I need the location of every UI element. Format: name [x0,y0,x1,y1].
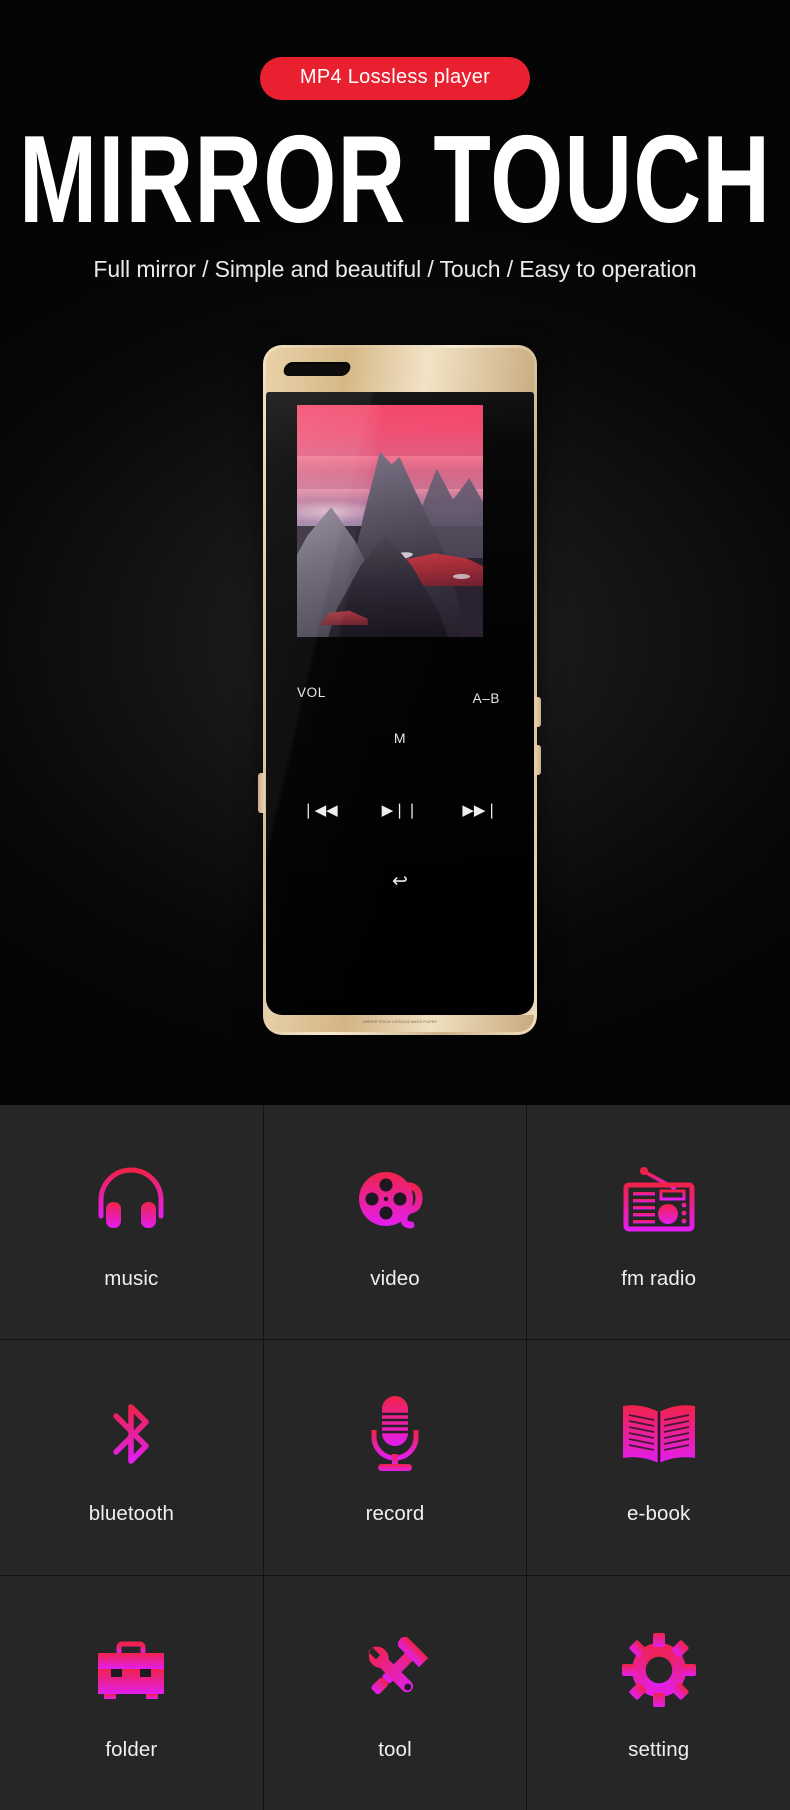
speaker-slot [281,362,353,376]
device-screen: VOL A–B M ❘◀◀ ▶❘❘ ▶▶❘ ↩ [266,392,534,1015]
feature-cell-setting[interactable]: setting [527,1575,790,1810]
page-title: MIRROR TOUCH [18,109,772,249]
feature-cell-folder[interactable]: folder [0,1575,263,1810]
feature-cell-e-book[interactable]: e-book [527,1340,790,1575]
device-body: VOL A–B M ❘◀◀ ▶❘❘ ▶▶❘ ↩ MIRROR TOUCH LOS… [258,345,541,1035]
device-top-bezel [266,348,534,398]
product-page: MP4 Lossless player MIRROR TOUCH Full mi… [0,0,790,1810]
display-wallpaper [297,405,483,637]
feature-cell-fm-radio[interactable]: fm radio [527,1105,790,1340]
radio-icon [618,1153,700,1245]
previous-track-button[interactable]: ❘◀◀ [302,801,338,819]
feature-cell-bluetooth[interactable]: bluetooth [0,1340,263,1575]
feature-label: folder [105,1737,158,1761]
device-bottom-bezel: MIRROR TOUCH LOSSLESS MUSIC PLAYER [266,1015,534,1032]
next-track-button[interactable]: ▶▶❘ [462,801,498,819]
feature-label: tool [378,1737,412,1761]
headphones-icon [94,1153,168,1245]
feature-label: e-book [627,1502,691,1526]
feature-label: record [365,1502,425,1526]
feature-label: music [104,1267,159,1291]
transport-controls: ❘◀◀ ▶❘❘ ▶▶❘ [266,801,534,819]
hero-subtitle: Full mirror / Simple and beautiful / Tou… [93,256,697,282]
film-reel-icon [355,1153,435,1245]
side-button-left[interactable] [258,773,265,813]
gear-icon [621,1624,697,1716]
vol-touch-button[interactable]: VOL [297,685,326,700]
toolbox-icon [91,1624,171,1716]
hero-section: MP4 Lossless player MIRROR TOUCH Full mi… [0,0,790,1105]
product-category-badge: MP4 Lossless player [259,57,531,100]
side-button-right-lower[interactable] [535,745,541,775]
feature-label: fm radio [621,1267,697,1291]
display-reflection [297,405,428,637]
microphone-icon [365,1388,425,1480]
ab-repeat-touch-button[interactable]: A–B [473,691,500,706]
hammer-wrench-icon [355,1624,435,1716]
badge-row: MP4 Lossless player [0,57,790,100]
bluetooth-icon [102,1388,160,1480]
side-button-right-upper[interactable] [535,697,541,727]
feature-grid: music video fm radio bluetooth record e-… [0,1105,790,1810]
device-image: VOL A–B M ❘◀◀ ▶❘❘ ▶▶❘ ↩ MIRROR TOUCH LOS… [223,345,583,1045]
feature-label: bluetooth [88,1502,174,1526]
open-book-icon [615,1388,703,1480]
feature-cell-record[interactable]: record [263,1340,527,1575]
back-touch-button[interactable]: ↩ [266,870,534,893]
feature-cell-music[interactable]: music [0,1105,263,1340]
play-pause-button[interactable]: ▶❘❘ [382,801,419,819]
feature-label: video [370,1267,420,1291]
feature-label: setting [628,1737,690,1761]
device-bottom-text: MIRROR TOUCH LOSSLESS MUSIC PLAYER [363,1020,437,1024]
feature-cell-video[interactable]: video [263,1105,527,1340]
feature-cell-tool[interactable]: tool [263,1575,527,1810]
menu-touch-button[interactable]: M [266,730,534,746]
